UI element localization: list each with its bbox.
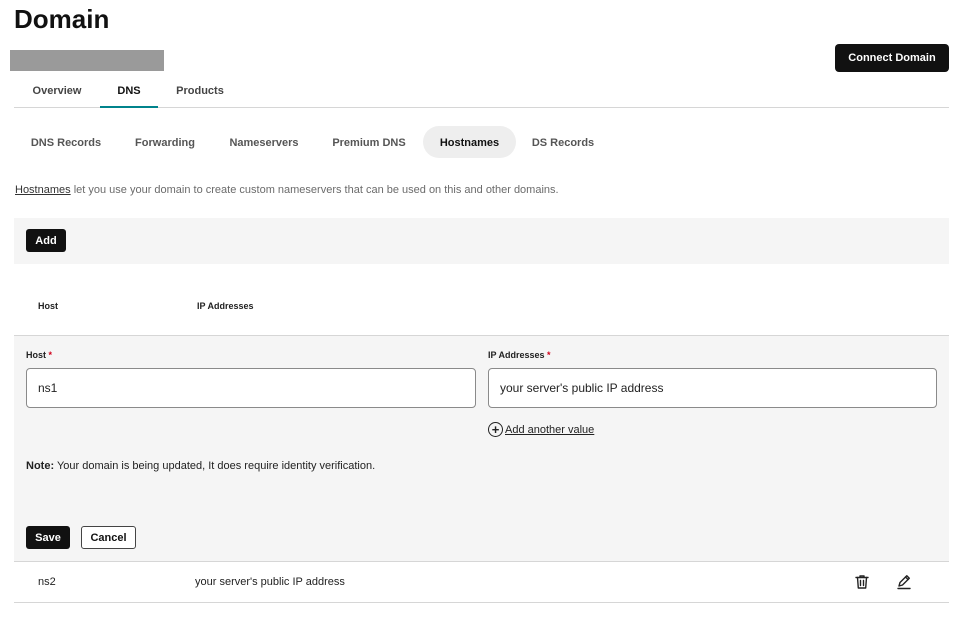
domain-name-redacted	[10, 50, 164, 71]
table-row: ns2 your server's public IP address	[14, 562, 949, 603]
intro-text: let you use your domain to create custom…	[70, 184, 559, 196]
sub-tab-ds-records[interactable]: DS Records	[524, 126, 602, 158]
sub-tab-premium-dns[interactable]: Premium DNS	[320, 126, 418, 158]
sub-tab-dns-records[interactable]: DNS Records	[18, 126, 114, 158]
tab-overview[interactable]: Overview	[24, 78, 90, 108]
cancel-button[interactable]: Cancel	[81, 526, 136, 549]
page-title: Domain	[14, 4, 110, 34]
hostnames-help-link[interactable]: Hostnames	[15, 184, 71, 196]
sub-tab-nameservers[interactable]: Nameservers	[216, 126, 312, 158]
host-field-label: Host *	[26, 350, 52, 360]
verification-note: Note: Your domain is being updated, It d…	[26, 460, 375, 472]
hostname-edit-panel: Host * IP Addresses * + Add another valu…	[14, 336, 949, 562]
host-input[interactable]	[26, 368, 476, 408]
column-header-ip-addresses: IP Addresses	[197, 301, 254, 311]
sub-tab-forwarding[interactable]: Forwarding	[122, 126, 208, 158]
save-button[interactable]: Save	[26, 526, 70, 549]
note-label: Note:	[26, 460, 55, 472]
table-header: Host IP Addresses	[14, 264, 949, 336]
hostnames-intro: Hostnames let you use your domain to cre…	[15, 184, 559, 196]
host-label-text: Host	[26, 350, 46, 360]
required-mark: *	[48, 350, 53, 360]
ip-address-input[interactable]	[488, 368, 937, 408]
ip-label-text: IP Addresses	[488, 350, 545, 360]
row-ip-address: your server's public IP address	[195, 576, 345, 588]
plus-circle-icon: +	[488, 422, 503, 437]
add-hostname-button[interactable]: Add	[26, 229, 66, 252]
add-toolbar: Add	[14, 218, 949, 264]
tab-dns[interactable]: DNS	[100, 78, 158, 108]
note-text: Your domain is being updated, It does re…	[54, 460, 376, 472]
pencil-icon[interactable]	[895, 573, 913, 591]
ip-field-label: IP Addresses *	[488, 350, 551, 360]
required-mark: *	[547, 350, 551, 360]
column-header-host: Host	[38, 301, 58, 311]
connect-domain-button[interactable]: Connect Domain	[835, 44, 949, 72]
trash-icon[interactable]	[853, 573, 871, 591]
main-tab-bar: Overview DNS Products	[14, 78, 949, 108]
add-another-value-text: Add another value	[505, 423, 595, 436]
add-another-value-link[interactable]: + Add another value	[488, 422, 594, 437]
sub-tab-hostnames[interactable]: Hostnames	[423, 126, 516, 158]
tab-products[interactable]: Products	[168, 78, 232, 108]
row-host: ns2	[38, 576, 56, 588]
